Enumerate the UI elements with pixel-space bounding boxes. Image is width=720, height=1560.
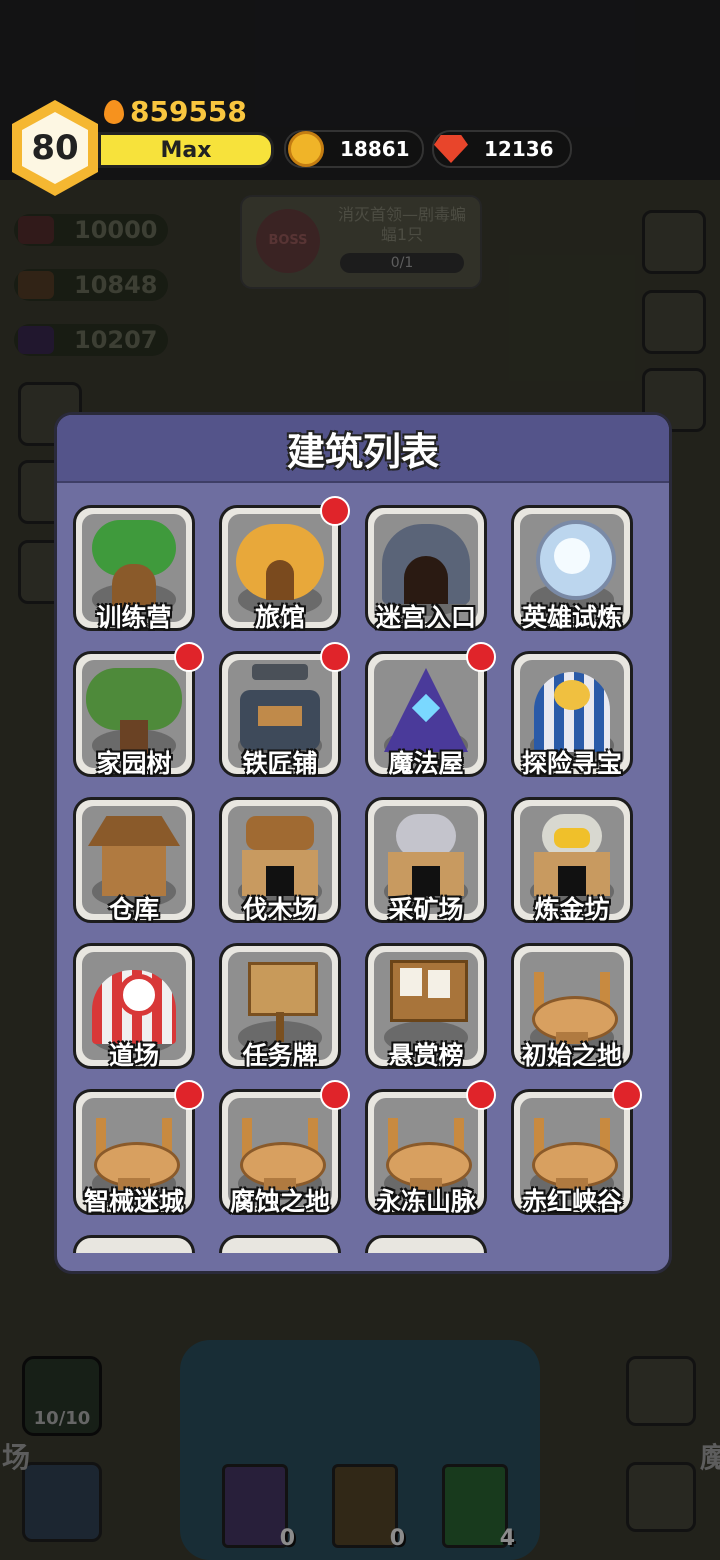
building-card-partial[interactable] bbox=[73, 1235, 195, 1253]
building-card[interactable]: 家园树 bbox=[73, 642, 204, 778]
building-card[interactable]: 铁匠铺 bbox=[219, 642, 350, 778]
modal-title: 建筑列表 bbox=[286, 429, 439, 474]
building-grid: 训练营 旅馆 迷宫入口 英雄试炼家园树 铁匠铺 魔法屋 探险寻宝仓库 伐木场 采矿场 炼金坊道场 任… bbox=[57, 485, 669, 1253]
experience-bar: Max bbox=[98, 132, 274, 168]
coin-counter[interactable]: 18861 bbox=[284, 130, 424, 168]
building-list-modal: 建筑列表 训练营 旅馆 迷宫入口 英雄试炼家园树 铁匠铺 魔法屋 探险寻宝仓库 伐木场 采矿场 炼… bbox=[54, 412, 672, 1274]
building-label: 仓库 bbox=[108, 895, 159, 924]
building-label: 训练营 bbox=[96, 603, 172, 632]
notification-dot bbox=[174, 1080, 204, 1110]
building-card[interactable]: 英雄试炼 bbox=[511, 505, 633, 632]
building-card[interactable]: 仓库 bbox=[73, 797, 195, 924]
notification-dot bbox=[466, 1080, 496, 1110]
notification-dot bbox=[320, 496, 350, 526]
building-card[interactable]: 腐蚀之地 bbox=[219, 1080, 350, 1216]
building-label: 迷宫入口 bbox=[375, 603, 476, 632]
building-card[interactable]: 赤红峡谷 bbox=[511, 1080, 642, 1216]
gem-value: 12136 bbox=[484, 137, 554, 161]
notification-dot bbox=[174, 642, 204, 672]
building-card[interactable]: 魔法屋 bbox=[365, 642, 496, 778]
modal-header: 建筑列表 bbox=[57, 415, 669, 483]
building-label: 家园树 bbox=[96, 749, 172, 778]
building-label: 悬赏榜 bbox=[388, 1041, 464, 1070]
building-label: 任务牌 bbox=[242, 1041, 318, 1070]
building-card[interactable]: 旅馆 bbox=[219, 496, 350, 632]
building-card[interactable]: 智械迷城 bbox=[73, 1080, 204, 1216]
building-label: 魔法屋 bbox=[388, 749, 464, 778]
building-label: 英雄试炼 bbox=[521, 603, 622, 632]
building-label: 伐木场 bbox=[242, 895, 318, 924]
building-card[interactable]: 迷宫入口 bbox=[365, 505, 487, 632]
building-card-partial[interactable] bbox=[365, 1235, 487, 1253]
building-label: 道场 bbox=[108, 1041, 159, 1070]
building-label: 腐蚀之地 bbox=[229, 1187, 330, 1216]
building-label: 探险寻宝 bbox=[521, 749, 622, 778]
fire-icon bbox=[104, 99, 124, 124]
combat-power: 859558 bbox=[104, 95, 247, 128]
building-card[interactable]: 炼金坊 bbox=[511, 797, 633, 924]
red-gem-icon bbox=[434, 135, 468, 163]
building-card[interactable]: 探险寻宝 bbox=[511, 651, 633, 778]
building-label: 炼金坊 bbox=[534, 895, 610, 924]
building-label: 铁匠铺 bbox=[242, 749, 318, 778]
building-card[interactable]: 任务牌 bbox=[219, 943, 341, 1070]
building-card[interactable]: 采矿场 bbox=[365, 797, 487, 924]
notification-dot bbox=[320, 1080, 350, 1110]
building-label: 智械迷城 bbox=[83, 1187, 184, 1216]
coin-value: 18861 bbox=[340, 137, 410, 161]
level-number: 80 bbox=[31, 128, 79, 168]
gem-counter[interactable]: 12136 bbox=[432, 130, 572, 168]
notification-dot bbox=[466, 642, 496, 672]
building-label: 旅馆 bbox=[254, 603, 305, 632]
building-card[interactable]: 伐木场 bbox=[219, 797, 341, 924]
building-label: 赤红峡谷 bbox=[521, 1187, 622, 1216]
building-label: 永冻山脉 bbox=[375, 1187, 476, 1216]
building-card-partial[interactable] bbox=[219, 1235, 341, 1253]
combat-power-value: 859558 bbox=[130, 95, 247, 128]
building-label: 初始之地 bbox=[521, 1041, 622, 1070]
notification-dot bbox=[612, 1080, 642, 1110]
building-card[interactable]: 悬赏榜 bbox=[365, 943, 487, 1070]
building-card[interactable]: 初始之地 bbox=[511, 943, 633, 1070]
experience-status: Max bbox=[160, 137, 212, 163]
building-card[interactable]: 道场 bbox=[73, 943, 195, 1070]
gold-coin-icon bbox=[288, 131, 324, 167]
building-card[interactable]: 永冻山脉 bbox=[365, 1080, 496, 1216]
building-card[interactable]: 训练营 bbox=[73, 505, 195, 632]
building-label: 采矿场 bbox=[388, 895, 464, 924]
notification-dot bbox=[320, 642, 350, 672]
